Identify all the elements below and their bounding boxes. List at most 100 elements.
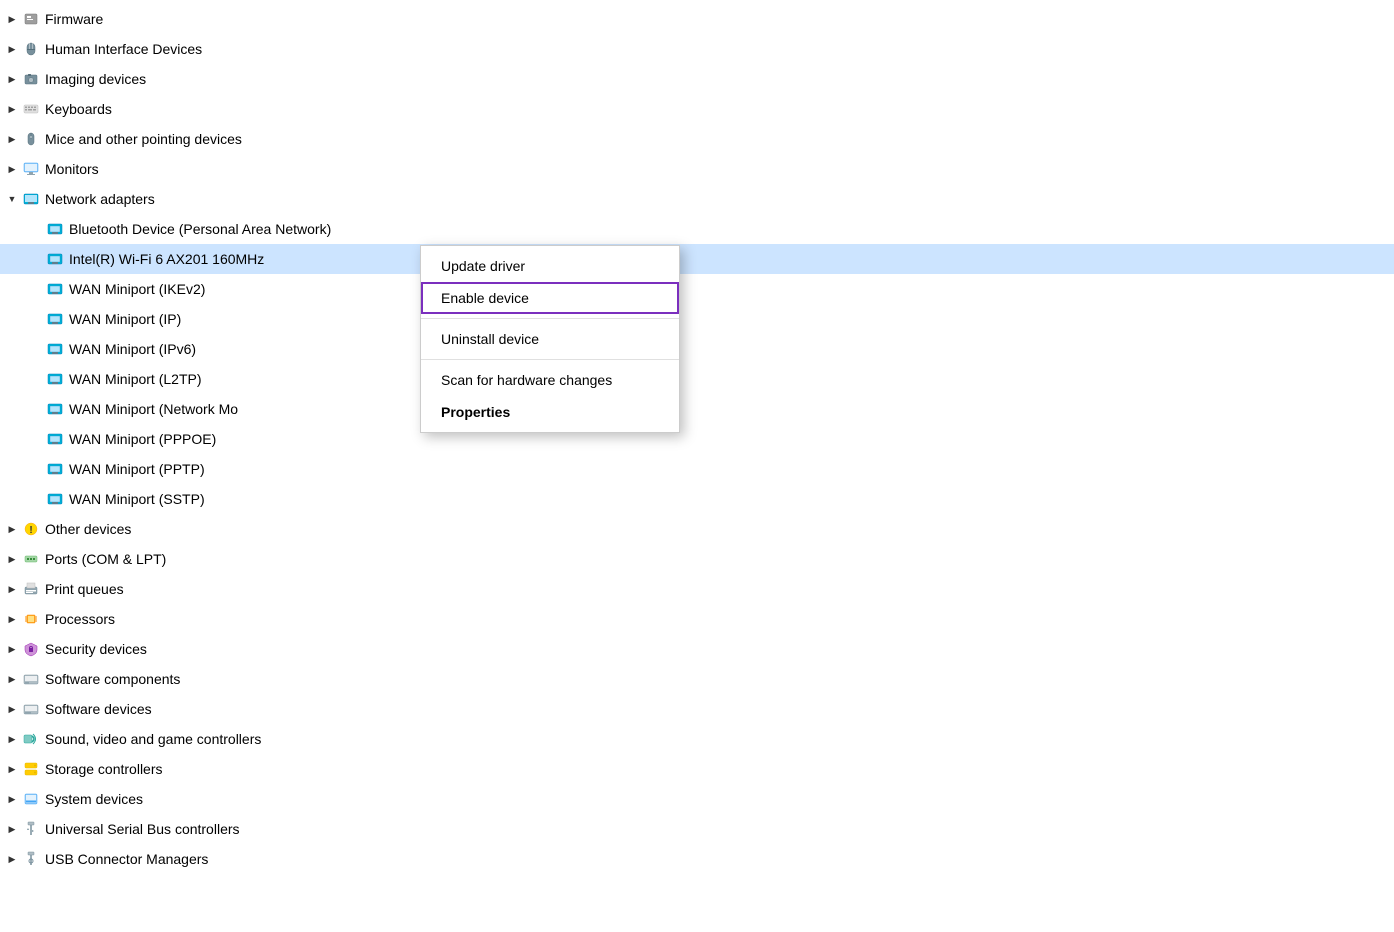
network-card-icon bbox=[46, 280, 64, 298]
tree-item-label-monitors: Monitors bbox=[45, 161, 99, 177]
tree-item-label-system: System devices bbox=[45, 791, 143, 807]
usb-icon bbox=[22, 820, 40, 838]
firmware-icon bbox=[22, 10, 40, 28]
network-card-icon bbox=[46, 310, 64, 328]
processor-icon bbox=[22, 610, 40, 628]
tree-item-usb[interactable]: Universal Serial Bus controllers bbox=[0, 814, 1394, 844]
chevron-print bbox=[4, 581, 20, 597]
chevron-ports bbox=[4, 551, 20, 567]
tree-item-wifi[interactable]: Intel(R) Wi-Fi 6 AX201 160MHz bbox=[0, 244, 1394, 274]
svg-text:!: ! bbox=[29, 525, 32, 536]
tree-item-label-wan-pppoe: WAN Miniport (PPPOE) bbox=[69, 431, 216, 447]
tree-item-storage[interactable]: Storage controllers bbox=[0, 754, 1394, 784]
tree-item-wan-ikev2[interactable]: WAN Miniport (IKEv2) bbox=[0, 274, 1394, 304]
device-tree: Firmware Human Interface Devices Imaging d… bbox=[0, 0, 1394, 878]
tree-item-label-software-comp: Software components bbox=[45, 671, 180, 687]
tree-item-firmware[interactable]: Firmware bbox=[0, 4, 1394, 34]
tree-item-label-usb-connector: USB Connector Managers bbox=[45, 851, 208, 867]
tree-item-label-wan-l2tp: WAN Miniport (L2TP) bbox=[69, 371, 202, 387]
tree-item-usb-connector[interactable]: USB Connector Managers bbox=[0, 844, 1394, 874]
chevron-firmware bbox=[4, 11, 20, 27]
tree-item-label-ports: Ports (COM & LPT) bbox=[45, 551, 166, 567]
chevron-usb bbox=[4, 821, 20, 837]
tree-item-label-storage: Storage controllers bbox=[45, 761, 163, 777]
tree-item-software-comp[interactable]: Software components bbox=[0, 664, 1394, 694]
tree-item-mice[interactable]: Mice and other pointing devices bbox=[0, 124, 1394, 154]
system-icon bbox=[22, 790, 40, 808]
context-menu: Update driverEnable device Uninstall devi… bbox=[420, 245, 680, 433]
tree-item-label-sound: Sound, video and game controllers bbox=[45, 731, 261, 747]
chevron-security bbox=[4, 641, 20, 657]
security-icon bbox=[22, 640, 40, 658]
network-card-icon bbox=[46, 370, 64, 388]
tree-item-wan-ip[interactable]: WAN Miniport (IP) bbox=[0, 304, 1394, 334]
tree-item-label-network: Network adapters bbox=[45, 191, 155, 207]
chevron-network bbox=[4, 191, 20, 207]
tree-item-keyboards[interactable]: Keyboards bbox=[0, 94, 1394, 124]
tree-item-sound[interactable]: Sound, video and game controllers bbox=[0, 724, 1394, 754]
network-card-icon bbox=[46, 400, 64, 418]
tree-item-wan-network[interactable]: WAN Miniport (Network Mo bbox=[0, 394, 1394, 424]
menu-divider bbox=[421, 359, 679, 360]
tree-item-label-software-dev: Software devices bbox=[45, 701, 152, 717]
network-card-icon bbox=[46, 460, 64, 478]
tree-item-label-human-interface: Human Interface Devices bbox=[45, 41, 202, 57]
tree-item-human-interface[interactable]: Human Interface Devices bbox=[0, 34, 1394, 64]
tree-item-software-dev[interactable]: Software devices bbox=[0, 694, 1394, 724]
sound-icon bbox=[22, 730, 40, 748]
tree-item-label-security: Security devices bbox=[45, 641, 147, 657]
tree-item-other[interactable]: ! Other devices bbox=[0, 514, 1394, 544]
mouse-icon bbox=[22, 130, 40, 148]
ports-icon bbox=[22, 550, 40, 568]
chevron-software-dev bbox=[4, 701, 20, 717]
menu-item-uninstall-device[interactable]: Uninstall device bbox=[421, 323, 679, 355]
tree-item-label-other: Other devices bbox=[45, 521, 131, 537]
usb-connector-icon bbox=[22, 850, 40, 868]
menu-divider bbox=[421, 318, 679, 319]
tree-item-label-usb: Universal Serial Bus controllers bbox=[45, 821, 240, 837]
other-icon: ! bbox=[22, 520, 40, 538]
software-comp-icon bbox=[22, 670, 40, 688]
tree-item-label-imaging: Imaging devices bbox=[45, 71, 146, 87]
chevron-software-comp bbox=[4, 671, 20, 687]
tree-item-processors[interactable]: Processors bbox=[0, 604, 1394, 634]
tree-item-security[interactable]: Security devices bbox=[0, 634, 1394, 664]
tree-item-label-keyboards: Keyboards bbox=[45, 101, 112, 117]
menu-item-properties[interactable]: Properties bbox=[421, 396, 679, 428]
tree-item-ports[interactable]: Ports (COM & LPT) bbox=[0, 544, 1394, 574]
storage-icon bbox=[22, 760, 40, 778]
tree-item-system[interactable]: System devices bbox=[0, 784, 1394, 814]
chevron-imaging bbox=[4, 71, 20, 87]
tree-item-label-wan-ip: WAN Miniport (IP) bbox=[69, 311, 181, 327]
tree-item-network[interactable]: Network adapters bbox=[0, 184, 1394, 214]
hid-icon bbox=[22, 40, 40, 58]
tree-item-monitors[interactable]: Monitors bbox=[0, 154, 1394, 184]
tree-item-print[interactable]: Print queues bbox=[0, 574, 1394, 604]
tree-item-label-processors: Processors bbox=[45, 611, 115, 627]
tree-item-wan-pppoe[interactable]: WAN Miniport (PPPOE) bbox=[0, 424, 1394, 454]
tree-item-label-wifi: Intel(R) Wi-Fi 6 AX201 160MHz bbox=[69, 251, 264, 267]
network-card-icon bbox=[46, 340, 64, 358]
tree-item-wan-sstp[interactable]: WAN Miniport (SSTP) bbox=[0, 484, 1394, 514]
network-card-icon bbox=[46, 250, 64, 268]
tree-item-wan-ipv6[interactable]: WAN Miniport (IPv6) bbox=[0, 334, 1394, 364]
monitor-icon bbox=[22, 160, 40, 178]
imaging-icon bbox=[22, 70, 40, 88]
tree-item-label-wan-network: WAN Miniport (Network Mo bbox=[69, 401, 238, 417]
menu-item-scan-hardware[interactable]: Scan for hardware changes bbox=[421, 364, 679, 396]
tree-item-wan-l2tp[interactable]: WAN Miniport (L2TP) bbox=[0, 364, 1394, 394]
menu-item-enable-device[interactable]: Enable device bbox=[421, 282, 679, 314]
tree-item-wan-pptp[interactable]: WAN Miniport (PPTP) bbox=[0, 454, 1394, 484]
tree-item-label-wan-ikev2: WAN Miniport (IKEv2) bbox=[69, 281, 205, 297]
chevron-usb-connector bbox=[4, 851, 20, 867]
tree-item-label-mice: Mice and other pointing devices bbox=[45, 131, 242, 147]
tree-item-label-print: Print queues bbox=[45, 581, 124, 597]
menu-item-update-driver[interactable]: Update driver bbox=[421, 250, 679, 282]
tree-item-label-wan-ipv6: WAN Miniport (IPv6) bbox=[69, 341, 196, 357]
tree-item-imaging[interactable]: Imaging devices bbox=[0, 64, 1394, 94]
chevron-storage bbox=[4, 761, 20, 777]
chevron-other bbox=[4, 521, 20, 537]
tree-item-bluetooth[interactable]: Bluetooth Device (Personal Area Network) bbox=[0, 214, 1394, 244]
tree-item-label-wan-pptp: WAN Miniport (PPTP) bbox=[69, 461, 205, 477]
network-icon bbox=[22, 190, 40, 208]
